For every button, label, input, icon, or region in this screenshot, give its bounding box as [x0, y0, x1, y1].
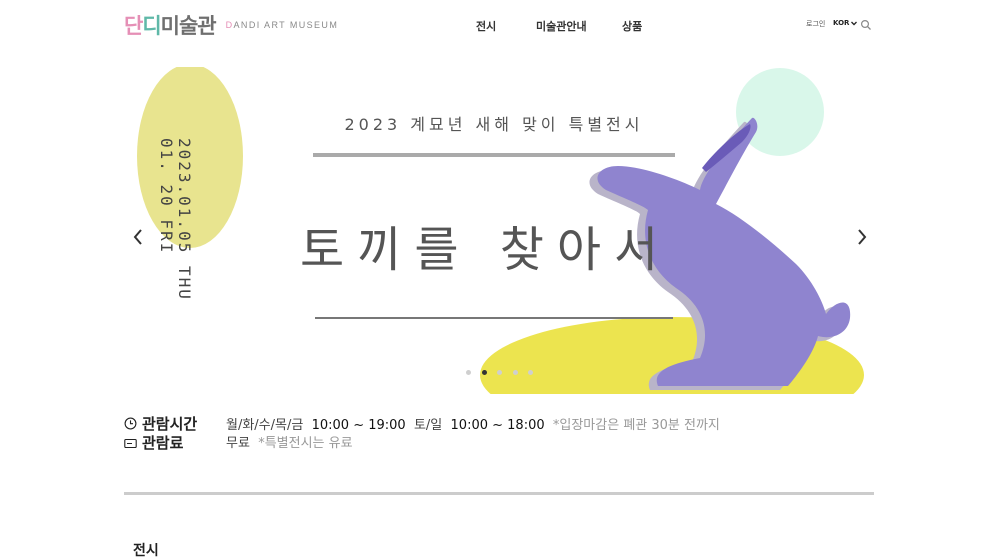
- weekend-hours: 10:00 ~ 18:00: [450, 418, 545, 433]
- fee-row: 관람료 무료 *특별전시는 유료: [124, 432, 744, 452]
- ticket-icon: [124, 438, 137, 449]
- logo-english: DANDI ART MUSEUM: [225, 20, 339, 30]
- fee-value: 무료: [226, 436, 250, 451]
- logo-korean: 단디미술관: [124, 14, 217, 38]
- hours-details: 월/화/수/목/금 10:00 ~ 19:00 토/일 10:00 ~ 18:0…: [226, 414, 720, 433]
- date-start: 2023.01.05 THU: [175, 138, 194, 301]
- nav-museum-info[interactable]: 미술관안내: [536, 18, 587, 34]
- banner-top-rule: [313, 153, 675, 157]
- hours-row: 관람시간 월/화/수/목/금 10:00 ~ 19:00 토/일 10:00 ~…: [124, 413, 744, 433]
- clock-icon: [124, 417, 137, 430]
- fee-label: 관람료: [142, 434, 184, 452]
- exhibition-dates: 2023.01.05 THU 01. 20 FRI: [157, 138, 194, 328]
- carousel-dot-4[interactable]: [513, 370, 518, 375]
- banner-title: 토끼를 찾아서: [300, 222, 672, 278]
- search-icon[interactable]: [860, 19, 872, 31]
- carousel-dot-5[interactable]: [528, 370, 533, 375]
- exhibition-section-title: 전시: [133, 543, 159, 559]
- date-end: 01. 20 FRI: [157, 138, 176, 255]
- chevron-down-icon: [851, 21, 858, 26]
- banner-subtitle: 2023 계묘년 새해 맞이 특별전시: [344, 115, 644, 134]
- weekday-hours: 10:00 ~ 19:00: [311, 418, 406, 433]
- section-divider: [124, 492, 874, 495]
- banner-bottom-rule: [315, 317, 673, 319]
- site-logo[interactable]: 단디미술관 DANDI ART MUSEUM: [124, 10, 338, 40]
- carousel-prev-icon[interactable]: [129, 226, 147, 248]
- carousel-dot-3[interactable]: [497, 370, 502, 375]
- hours-label: 관람시간: [142, 415, 198, 433]
- carousel-dot-2[interactable]: [482, 370, 487, 375]
- fee-details: 무료 *특별전시는 유료: [226, 432, 353, 451]
- nav-products[interactable]: 상품: [622, 18, 642, 34]
- language-select[interactable]: KOR: [833, 19, 858, 27]
- language-label: KOR: [833, 19, 850, 27]
- fee-note: *특별전시는 유료: [258, 436, 353, 451]
- carousel-next-icon[interactable]: [853, 226, 871, 248]
- nav-exhibition[interactable]: 전시: [476, 18, 496, 34]
- login-link[interactable]: 로그인: [806, 19, 825, 29]
- carousel-dot-1[interactable]: [466, 370, 471, 375]
- weekday-days: 월/화/수/목/금: [226, 418, 304, 433]
- hours-note: *입장마감은 폐관 30분 전까지: [552, 418, 720, 433]
- weekend-days: 토/일: [413, 418, 443, 433]
